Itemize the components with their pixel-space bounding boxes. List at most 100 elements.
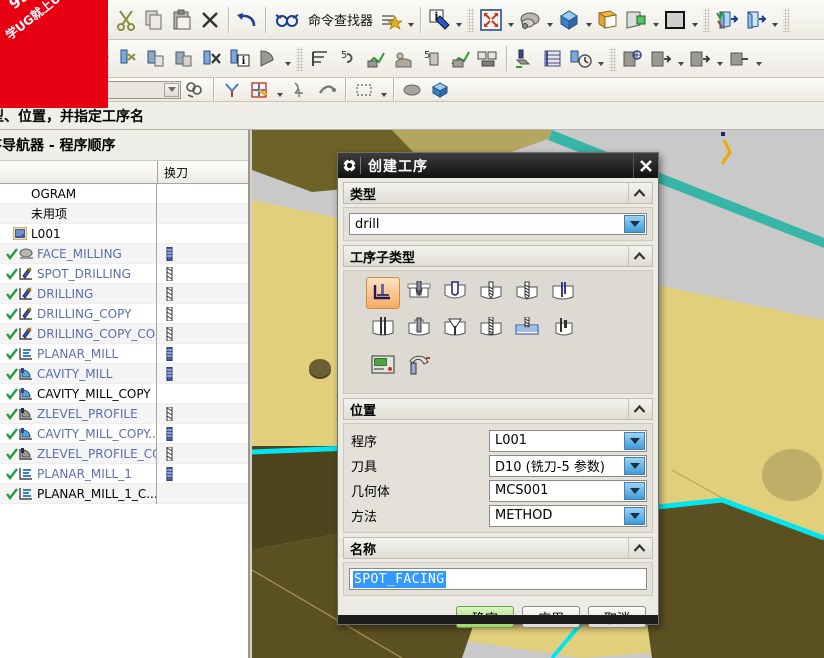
checkmark-icon[interactable] [6, 247, 18, 260]
create-operation-dialog[interactable]: 创建工序 类型 drill 工序子类型 位置 程序 L001 刀具 D10 (铣… [337, 152, 659, 628]
tree-item-name-cell[interactable]: FACE_MILLING [0, 243, 157, 264]
peck-drilling-icon[interactable] [474, 277, 508, 309]
cut-icon[interactable] [112, 6, 140, 34]
breakchip-drilling-icon[interactable] [510, 277, 544, 309]
checkmark-icon[interactable] [6, 487, 18, 500]
transform-icon[interactable]: i [226, 45, 254, 73]
checkmark-icon[interactable] [0, 208, 12, 220]
orient-view-icon[interactable] [555, 6, 583, 34]
machine-time-icon[interactable] [446, 45, 474, 73]
delete-operation-icon[interactable] [170, 45, 198, 73]
part-icon[interactable] [567, 45, 595, 73]
command-finder-icon[interactable] [270, 6, 304, 34]
info-icon[interactable]: i [425, 6, 453, 34]
tree-item-name-cell[interactable]: CAVITY_MILL_COPY [0, 383, 157, 404]
layer-visible-icon[interactable] [713, 6, 741, 34]
table-row[interactable]: CAVITY_MILL [0, 363, 248, 384]
table-row[interactable]: DRILLING_COPY [0, 303, 248, 324]
favorites-icon[interactable] [377, 6, 405, 34]
fit-view-dropdown-arrow[interactable] [505, 7, 516, 33]
toolbar-area[interactable]: 命令查找器 i i 5 5 整个装配 [0, 0, 824, 104]
toolbar-row-machining[interactable]: i 5 5 [0, 40, 824, 78]
operation-name-input[interactable]: SPOT_FACING [349, 568, 647, 590]
table-row[interactable]: 未用项 [0, 203, 248, 224]
render-style-icon[interactable] [594, 6, 622, 34]
generate-toolpath-icon[interactable] [254, 45, 282, 73]
table-row[interactable]: PLANAR_MILL_1_C... [0, 483, 248, 504]
create-operation-icon[interactable] [86, 45, 114, 73]
table-row[interactable]: CAVITY_MILL_COPY [0, 383, 248, 404]
tree-item-name-cell[interactable]: PLANAR_MILL_1 [0, 463, 157, 484]
tree-item-name-cell[interactable]: DRILLING [0, 283, 157, 304]
tapping-icon[interactable] [474, 313, 508, 345]
drilling-icon[interactable] [438, 277, 472, 309]
tool-combo-arrow[interactable] [624, 456, 645, 475]
method-combo-arrow[interactable] [624, 506, 645, 525]
zoom-icon[interactable] [516, 6, 544, 34]
rectangle-select-dropdown-arrow[interactable] [378, 77, 389, 103]
background-dropdown-arrow[interactable] [689, 7, 700, 33]
checkmark-icon[interactable] [6, 447, 18, 460]
tree-item-name-cell[interactable]: DRILLING_COPY_CO... [0, 323, 157, 344]
checkmark-icon[interactable] [6, 267, 18, 280]
boring-icon[interactable] [546, 277, 580, 309]
table-row[interactable]: OGRAM [0, 184, 248, 204]
cut-region-icon[interactable] [647, 45, 675, 73]
tree-item-name-cell[interactable]: CAVITY_MILL_COPY... [0, 423, 157, 444]
check-geometry-icon[interactable] [725, 45, 753, 73]
spot-drilling-icon[interactable] [402, 277, 436, 309]
selection-scope-combo[interactable]: 器 [0, 80, 30, 99]
chevron-up-icon-name[interactable] [628, 538, 650, 558]
selection-filter-icon[interactable] [181, 76, 209, 104]
dialog-title-bar[interactable]: 创建工序 [338, 153, 658, 178]
checkmark-icon[interactable] [0, 228, 12, 240]
toolbar-row-standard[interactable]: 命令查找器 i [0, 0, 824, 40]
checkmark-icon[interactable] [6, 347, 18, 360]
checkmark-icon[interactable] [6, 367, 18, 380]
checkmark-icon[interactable] [6, 307, 18, 320]
create-program-icon[interactable] [34, 45, 62, 73]
hole-milling-icon[interactable] [510, 313, 544, 345]
checkmark-icon[interactable] [6, 327, 18, 340]
table-row[interactable]: DRILLING [0, 283, 248, 304]
table-row[interactable]: PLANAR_MILL_1 [0, 463, 248, 484]
rectangle-select-icon[interactable] [350, 76, 378, 104]
checkmark-icon[interactable] [6, 387, 18, 400]
geometry-combo-arrow[interactable] [624, 481, 645, 500]
undo-icon[interactable] [233, 6, 261, 34]
section-header-name[interactable]: 名称 [343, 537, 653, 559]
assembly-scope-combo[interactable]: 整个装配 [36, 80, 181, 99]
replay-toolpath-icon[interactable] [306, 45, 334, 73]
tree-item-name-cell[interactable]: CAVITY_MILL [0, 363, 157, 384]
type-combo[interactable]: drill [349, 213, 647, 235]
generate-dropdown-arrow[interactable] [282, 46, 293, 72]
mcs-orient-icon[interactable] [619, 45, 647, 73]
layer-settings-dropdown-arrow[interactable] [769, 7, 780, 33]
create-program-dropdown-arrow[interactable] [62, 46, 73, 72]
mill-control-icon[interactable] [366, 349, 400, 381]
table-row[interactable]: ZLEVEL_PROFILE_CO... [0, 443, 248, 464]
paste-icon[interactable] [168, 6, 196, 34]
delete-icon[interactable] [196, 6, 224, 34]
list-toolpath-icon[interactable] [362, 45, 390, 73]
program-combo-arrow[interactable] [624, 431, 645, 450]
operation-subtype-grid[interactable] [344, 271, 652, 393]
table-row[interactable]: ZLEVEL_PROFILE [0, 403, 248, 424]
selection-scope-arrow[interactable] [13, 82, 28, 97]
spot-facing-icon[interactable] [366, 277, 400, 309]
copy-operation-icon[interactable] [114, 45, 142, 73]
table-row[interactable]: PLANAR_MILL [0, 343, 248, 364]
orient-view-dropdown-arrow[interactable] [583, 7, 594, 33]
section-header-type[interactable]: 类型 [343, 182, 653, 204]
shaded-body-icon[interactable] [398, 76, 426, 104]
tree-item-name-cell[interactable]: PLANAR_MILL [0, 343, 157, 364]
tree-item-name-cell[interactable]: L001 [0, 223, 157, 244]
section-header-position[interactable]: 位置 [343, 398, 653, 420]
geometry-combo[interactable]: MCS001 [489, 479, 647, 502]
shaded-edges-icon[interactable] [622, 6, 650, 34]
favorites-dropdown-arrow[interactable] [405, 7, 416, 33]
table-row[interactable]: L001 [0, 223, 248, 244]
table-row[interactable]: CAVITY_MILL_COPY... [0, 423, 248, 444]
cut-region-dropdown-arrow[interactable] [675, 46, 686, 72]
chart-icon[interactable] [38, 6, 66, 34]
